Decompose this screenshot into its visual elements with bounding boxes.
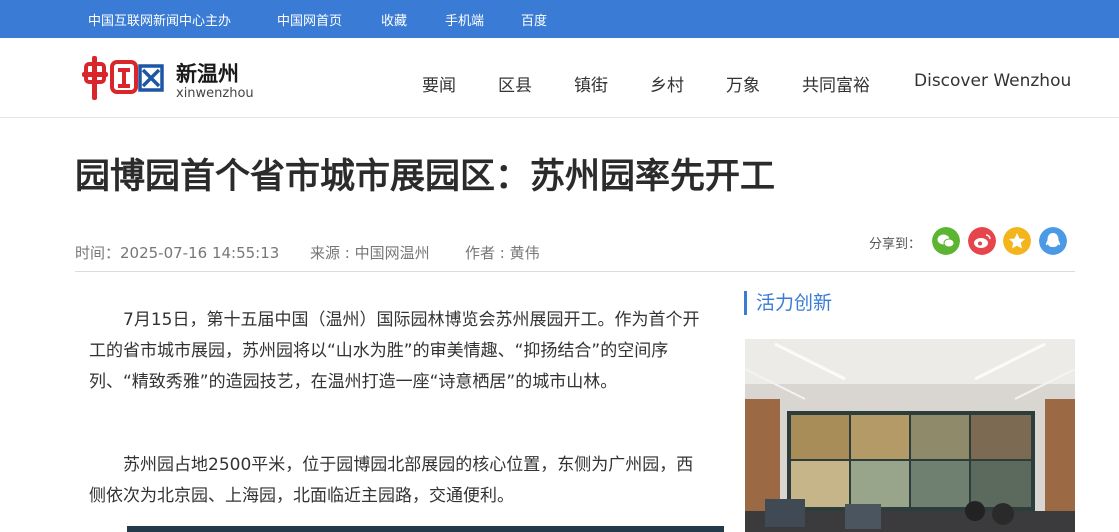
sidebar-section-title[interactable]: 活力创新	[744, 291, 832, 315]
nav-item-news[interactable]: 要闻	[422, 71, 456, 96]
article-paragraph: 苏州园占地2500平米，位于园博园北部展园的核心位置，东侧为广州园，西侧依次为北…	[89, 455, 694, 506]
nav-item-districts[interactable]: 区县	[498, 71, 532, 96]
article-image	[127, 526, 724, 532]
article-source: 来源 : 中国网温州	[310, 244, 430, 262]
qq-share-icon[interactable]	[1039, 227, 1067, 255]
topbar-link-baidu[interactable]: 百度	[521, 10, 547, 29]
article-author: 作者 : 黄伟	[465, 244, 540, 262]
nav-item-villages[interactable]: 乡村	[650, 71, 684, 96]
wechat-share-icon[interactable]	[932, 227, 960, 255]
topbar-link-host[interactable]: 中国互联网新闻中心主办	[88, 10, 231, 29]
topbar-link-favorite[interactable]: 收藏	[381, 10, 407, 29]
site-header: 新温州 xinwenzhou 要闻 区县 镇街 乡村 万象 共同富裕 Disco…	[0, 38, 1119, 118]
sidebar-featured-image[interactable]	[745, 339, 1075, 532]
article-paragraph: 7月15日，第十五届中国（温州）国际园林博览会苏州展园开工。作为首个开工的省市城…	[89, 310, 700, 392]
nav-item-common-prosperity[interactable]: 共同富裕	[802, 71, 870, 96]
nav-item-wanxiang[interactable]: 万象	[726, 71, 760, 96]
nav-item-towns[interactable]: 镇街	[574, 71, 608, 96]
top-bar: 中国互联网新闻中心主办 中国网首页 收藏 手机端 百度	[0, 0, 1119, 38]
qzone-share-icon[interactable]	[1003, 227, 1031, 255]
topbar-link-china-home[interactable]: 中国网首页	[277, 10, 342, 29]
site-name[interactable]: 新温州	[176, 58, 239, 88]
article-title: 园博园首个省市城市展园区：苏州园率先开工	[75, 157, 776, 197]
topbar-link-mobile[interactable]: 手机端	[445, 10, 484, 29]
meta-divider	[75, 271, 1075, 272]
publish-time: 时间：2025-07-16 14:55:13	[75, 244, 280, 262]
nav-item-discover-wenzhou[interactable]: Discover Wenzhou	[914, 71, 1071, 91]
share-label: 分享到：	[869, 237, 922, 252]
site-subtitle: xinwenzhou	[176, 86, 254, 101]
weibo-share-icon[interactable]	[968, 227, 996, 255]
